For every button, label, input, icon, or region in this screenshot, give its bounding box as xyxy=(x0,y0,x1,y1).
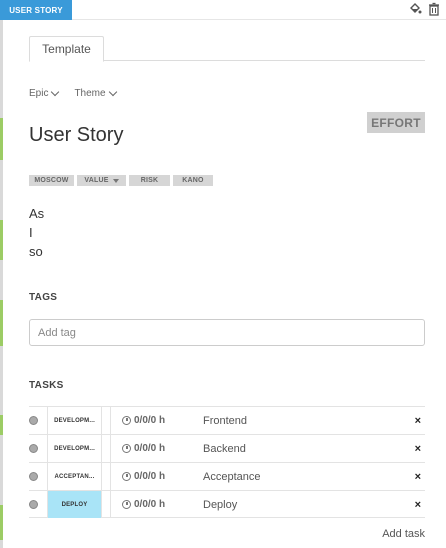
left-edge-strip xyxy=(0,0,3,548)
task-status-radio[interactable] xyxy=(29,416,38,425)
delete-task-icon[interactable]: × xyxy=(415,435,421,462)
risk-badge[interactable]: RISK xyxy=(129,175,170,186)
divider xyxy=(110,463,111,490)
header-divider xyxy=(72,19,446,20)
task-hours[interactable]: 0/0/0 h xyxy=(122,435,165,462)
trash-icon[interactable] xyxy=(427,2,441,16)
value-badge[interactable]: VALUE xyxy=(77,175,126,186)
story-line-as[interactable]: As xyxy=(29,206,44,221)
delete-task-icon[interactable]: × xyxy=(415,463,421,490)
task-type[interactable]: ACCEPTAN... xyxy=(47,463,102,490)
strip-segment xyxy=(0,220,3,260)
task-hours[interactable]: 0/0/0 h xyxy=(122,407,165,434)
story-line-i[interactable]: I xyxy=(29,225,33,240)
task-type[interactable]: DEVELOPM... xyxy=(47,435,102,462)
task-row: ACCEPTAN... 0/0/0 h Acceptance × xyxy=(29,462,425,490)
value-badge-label: VALUE xyxy=(84,177,109,184)
user-story-tab[interactable]: USER STORY xyxy=(0,0,72,20)
effort-button[interactable]: EFFORT xyxy=(367,112,425,133)
strip-segment xyxy=(0,415,3,435)
chevron-down-icon xyxy=(51,87,60,96)
theme-dropdown[interactable]: Theme xyxy=(74,86,117,100)
tag-input[interactable]: Add tag xyxy=(29,319,425,346)
moscow-badge[interactable]: MOSCOW xyxy=(29,175,74,186)
story-title[interactable]: User Story xyxy=(29,124,123,147)
header-bar: USER STORY xyxy=(0,0,446,22)
clock-icon xyxy=(122,416,131,425)
epic-dropdown-label: Epic xyxy=(29,87,49,99)
task-name[interactable]: Frontend xyxy=(203,407,247,434)
strip-segment xyxy=(0,300,3,346)
chevron-down-icon xyxy=(108,87,117,96)
task-hours-value: 0/0/0 h xyxy=(134,499,166,510)
task-row: DEVELOPM... 0/0/0 h Backend × xyxy=(29,434,425,462)
divider xyxy=(110,435,111,462)
tags-label: TAGS xyxy=(29,292,58,303)
badge-row: MOSCOW VALUE RISK KANO xyxy=(29,175,213,186)
clock-icon xyxy=(122,472,131,481)
task-type[interactable]: DEPLOY xyxy=(47,491,102,518)
caret-down-icon xyxy=(112,178,119,183)
task-name[interactable]: Backend xyxy=(203,435,246,462)
task-row: DEVELOPM... 0/0/0 h Frontend × xyxy=(29,406,425,434)
epic-dropdown[interactable]: Epic xyxy=(29,86,60,100)
task-status-radio[interactable] xyxy=(29,444,38,453)
tasks-list: DEVELOPM... 0/0/0 h Frontend × DEVELOPM.… xyxy=(29,406,425,518)
task-name[interactable]: Deploy xyxy=(203,491,237,518)
kano-badge[interactable]: KANO xyxy=(173,175,213,186)
clock-icon xyxy=(122,500,131,509)
tasks-label: TASKS xyxy=(29,380,64,391)
tab-bar: Template xyxy=(29,36,425,62)
task-hours-value: 0/0/0 h xyxy=(134,471,166,482)
clock-icon xyxy=(122,444,131,453)
story-line-so[interactable]: so xyxy=(29,244,43,259)
task-status-radio[interactable] xyxy=(29,500,38,509)
strip-segment xyxy=(0,118,3,160)
strip-segment xyxy=(0,505,3,540)
task-name[interactable]: Acceptance xyxy=(203,463,260,490)
task-hours-value: 0/0/0 h xyxy=(134,443,166,454)
task-hours[interactable]: 0/0/0 h xyxy=(122,463,165,490)
divider xyxy=(110,407,111,434)
paint-bucket-icon[interactable] xyxy=(408,2,422,16)
task-type[interactable]: DEVELOPM... xyxy=(47,407,102,434)
task-hours[interactable]: 0/0/0 h xyxy=(122,491,165,518)
task-status-radio[interactable] xyxy=(29,472,38,481)
task-hours-value: 0/0/0 h xyxy=(134,415,166,426)
delete-task-icon[interactable]: × xyxy=(415,491,421,518)
tab-template[interactable]: Template xyxy=(29,36,104,62)
task-row: DEPLOY 0/0/0 h Deploy × xyxy=(29,490,425,518)
dropdown-row: Epic Theme xyxy=(29,86,117,100)
add-task-link[interactable]: Add task xyxy=(382,528,425,540)
theme-dropdown-label: Theme xyxy=(74,87,106,99)
divider xyxy=(110,491,111,518)
delete-task-icon[interactable]: × xyxy=(415,407,421,434)
